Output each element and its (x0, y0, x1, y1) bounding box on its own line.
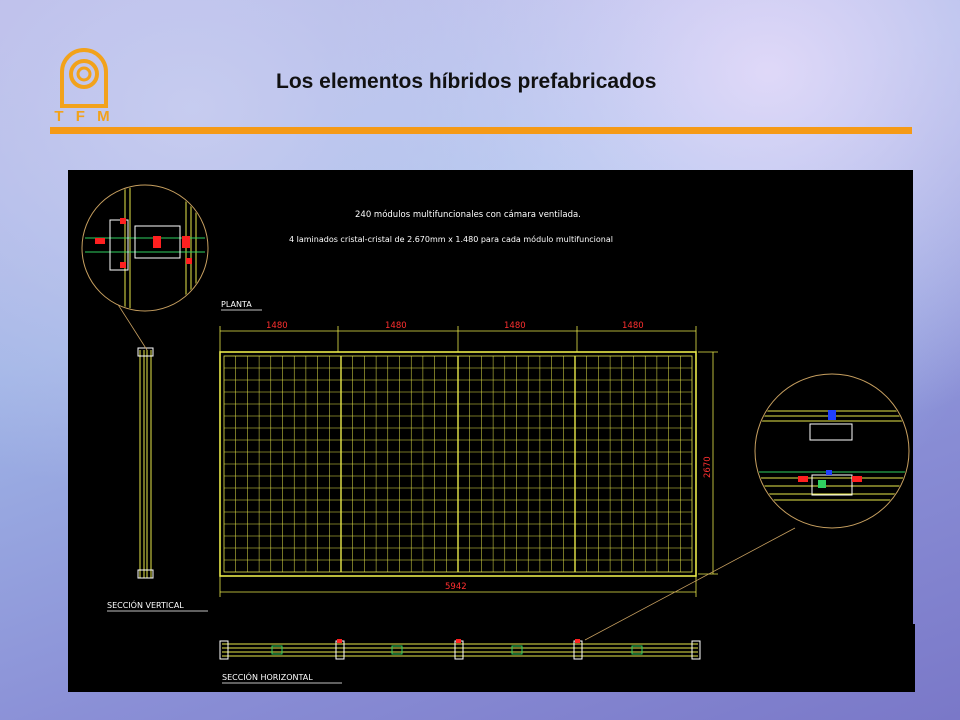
vertical-section (137, 347, 154, 579)
horizontal-section (219, 640, 701, 660)
dim-height: 2670 (703, 456, 713, 478)
plan-label: PLANTA (221, 300, 252, 309)
note-line-2: 4 laminados cristal-cristal de 2.670mm x… (289, 234, 613, 244)
dim-top-3: 1480 (504, 321, 526, 331)
dim-top-1: 1480 (266, 321, 288, 331)
cad-drawing: 240 módulos multifuncionales con cámara … (81, 184, 910, 684)
section-horizontal-label: SECCIÓN HORIZONTAL (222, 671, 313, 682)
section-vertical-label: SECCIÓN VERTICAL (107, 599, 184, 610)
dim-total: 5942 (445, 582, 467, 592)
detail-circle-horizontal (754, 373, 910, 529)
detail-circle-vertical (81, 184, 209, 312)
dim-top-4: 1480 (622, 321, 644, 331)
note-line-1: 240 módulos multifuncionales con cámara … (355, 209, 581, 220)
dim-top-2: 1480 (385, 321, 407, 331)
plan-grid (219, 351, 697, 577)
